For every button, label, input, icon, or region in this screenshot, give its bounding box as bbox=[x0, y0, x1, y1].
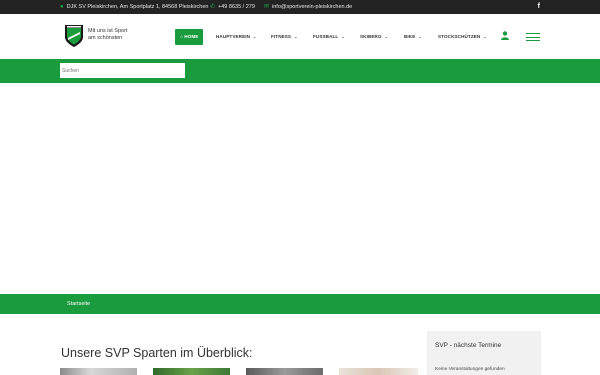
page-title: Unsere SVP Sparten im Überblick: bbox=[61, 346, 253, 360]
club-logo-icon[interactable] bbox=[64, 24, 84, 48]
nav-fussball-label: FUSSBALL bbox=[313, 34, 339, 39]
search-bar bbox=[0, 59, 600, 83]
hamburger-line bbox=[526, 36, 540, 38]
address-text: DJK SV Pleiskirchen, Am Sportplatz 1, 84… bbox=[66, 4, 209, 10]
nav-skiberg[interactable]: SKIBERG ⌄ bbox=[360, 29, 388, 45]
chevron-down-icon: ⌄ bbox=[418, 34, 422, 39]
nav-bike-label: BIKE bbox=[404, 34, 416, 39]
nav-fussball[interactable]: FUSSBALL ⌄ bbox=[313, 29, 345, 45]
hamburger-line bbox=[526, 40, 540, 41]
chevron-down-icon: ⌄ bbox=[253, 34, 257, 39]
nav-fitness[interactable]: FITNESS ⌄ bbox=[271, 29, 298, 45]
chevron-down-icon: ⌄ bbox=[294, 34, 298, 39]
events-empty-text: Keine Veranstaltungen gefunden bbox=[435, 367, 505, 372]
nav-stockschuetzen[interactable]: STOCKSCHÜTZEN ⌄ bbox=[438, 29, 487, 45]
nav-stockschuetzen-label: STOCKSCHÜTZEN bbox=[438, 34, 481, 39]
user-account-icon[interactable] bbox=[501, 31, 509, 40]
menu-hamburger-icon[interactable] bbox=[526, 33, 540, 41]
nav-home-label: HOME bbox=[184, 34, 199, 39]
chevron-down-icon: ⌄ bbox=[483, 34, 487, 39]
email-text[interactable]: info@sportverein-pleiskirchen.de bbox=[272, 4, 352, 10]
breadcrumb: Startseite bbox=[0, 294, 600, 314]
phone[interactable]: ✆ +49 8635 / 279 bbox=[210, 0, 255, 14]
sparte-thumbnail[interactable] bbox=[153, 368, 230, 375]
nav-bike[interactable]: BIKE ⌄ bbox=[404, 29, 422, 45]
nav-hauptverein[interactable]: HAUPTVEREIN ⌄ bbox=[216, 29, 256, 45]
events-widget: SVP - nächste Termine Keine Veranstaltun… bbox=[427, 331, 541, 375]
address: ● DJK SV Pleiskirchen, Am Sportplatz 1, 8… bbox=[60, 0, 208, 14]
mail-icon: ✉ bbox=[264, 4, 270, 10]
nav-skiberg-label: SKIBERG bbox=[360, 34, 382, 39]
sparte-thumbnail[interactable] bbox=[60, 368, 137, 375]
logo-slogan-line1: Mit uns ist Sport bbox=[88, 28, 128, 34]
facebook-icon[interactable]: f bbox=[538, 0, 540, 14]
email[interactable]: ✉ info@sportverein-pleiskirchen.de bbox=[264, 0, 352, 14]
hamburger-line bbox=[526, 33, 540, 34]
nav-hauptverein-label: HAUPTVEREIN bbox=[216, 34, 251, 39]
phone-icon: ✆ bbox=[210, 4, 216, 10]
logo-slogan-line2: am schönsten bbox=[88, 34, 123, 41]
logo-slogan: Mit uns ist Sport am schönsten bbox=[88, 28, 127, 41]
events-widget-title: SVP - nächste Termine bbox=[435, 342, 502, 349]
chevron-down-icon: ⌄ bbox=[384, 34, 389, 39]
nav-fitness-label: FITNESS bbox=[271, 34, 292, 39]
chevron-down-icon: ⌄ bbox=[341, 34, 345, 39]
site-header: Mit uns ist Sport am schönsten ⌂ HOME HA… bbox=[0, 14, 600, 59]
sparte-thumbnail[interactable] bbox=[339, 368, 418, 375]
top-info-bar: ● DJK SV Pleiskirchen, Am Sportplatz 1, 8… bbox=[0, 0, 600, 14]
location-pin-icon: ● bbox=[60, 4, 64, 10]
breadcrumb-home-link[interactable]: Startseite bbox=[67, 294, 90, 314]
search-input[interactable] bbox=[60, 63, 185, 78]
sparte-thumbnail[interactable] bbox=[246, 368, 323, 375]
home-icon: ⌂ bbox=[180, 34, 183, 39]
phone-text[interactable]: +49 8635 / 279 bbox=[218, 4, 255, 10]
nav-home[interactable]: ⌂ HOME bbox=[175, 29, 204, 45]
